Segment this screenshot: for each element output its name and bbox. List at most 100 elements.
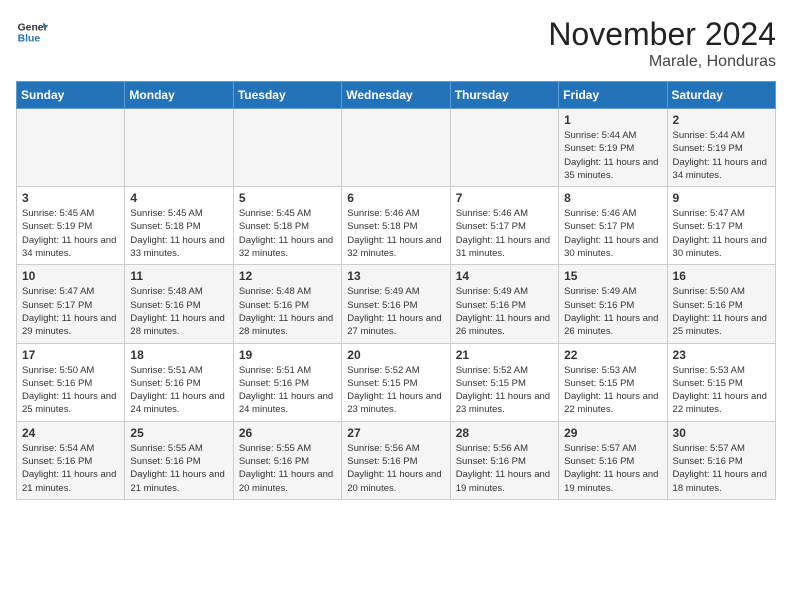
day-number: 16 [673, 269, 770, 283]
calendar-cell [125, 109, 233, 187]
day-number: 21 [456, 348, 553, 362]
calendar-cell: 27 Sunrise: 5:56 AMSunset: 5:16 PMDayligh… [342, 421, 450, 499]
calendar-cell [342, 109, 450, 187]
calendar-cell: 1 Sunrise: 5:44 AMSunset: 5:19 PMDaylight… [559, 109, 667, 187]
svg-text:Blue: Blue [18, 34, 41, 45]
calendar-week-row: 17 Sunrise: 5:50 AMSunset: 5:16 PMDayligh… [17, 343, 776, 421]
month-year-title: November 2024 [548, 16, 776, 53]
day-info: Sunrise: 5:46 AMSunset: 5:17 PMDaylight:… [564, 207, 661, 260]
location-subtitle: Marale, Honduras [548, 53, 776, 71]
calendar-cell: 25Sunrise: 5:55 AMSunset: 5:16 PMDayligh… [125, 421, 233, 499]
calendar-week-row: 3Sunrise: 5:45 AMSunset: 5:19 PMDaylight… [17, 187, 776, 265]
day-info: Sunrise: 5:44 AMSunset: 5:19 PMDaylight:… [673, 129, 770, 182]
calendar-week-row: 1 Sunrise: 5:44 AMSunset: 5:19 PMDaylight… [17, 109, 776, 187]
day-number: 30 [673, 426, 770, 440]
day-number: 22 [564, 348, 661, 362]
calendar-cell: 13 Sunrise: 5:49 AMSunset: 5:16 PMDayligh… [342, 265, 450, 343]
weekday-header-monday: Monday [125, 82, 233, 109]
weekday-header-saturday: Saturday [667, 82, 775, 109]
day-info: Sunrise: 5:56 AMSunset: 5:16 PMDaylight:… [347, 442, 444, 495]
calendar-cell: 9 Sunrise: 5:47 AMSunset: 5:17 PMDaylight… [667, 187, 775, 265]
weekday-header-sunday: Sunday [17, 82, 125, 109]
day-info: Sunrise: 5:52 AMSunset: 5:15 PMDaylight:… [456, 364, 553, 417]
calendar-cell: 30 Sunrise: 5:57 AMSunset: 5:16 PMDayligh… [667, 421, 775, 499]
day-number: 20 [347, 348, 444, 362]
day-number: 29 [564, 426, 661, 440]
day-number: 3 [22, 191, 119, 205]
weekday-header-thursday: Thursday [450, 82, 558, 109]
day-info: Sunrise: 5:56 AMSunset: 5:16 PMDaylight:… [456, 442, 553, 495]
day-number: 9 [673, 191, 770, 205]
day-number: 12 [239, 269, 336, 283]
weekday-header-wednesday: Wednesday [342, 82, 450, 109]
calendar-cell: 17 Sunrise: 5:50 AMSunset: 5:16 PMDayligh… [17, 343, 125, 421]
day-info: Sunrise: 5:53 AMSunset: 5:15 PMDaylight:… [564, 364, 661, 417]
day-info: Sunrise: 5:49 AMSunset: 5:16 PMDaylight:… [347, 285, 444, 338]
weekday-header-row: SundayMondayTuesdayWednesdayThursdayFrid… [17, 82, 776, 109]
calendar-week-row: 24 Sunrise: 5:54 AMSunset: 5:16 PMDayligh… [17, 421, 776, 499]
calendar-cell: 7 Sunrise: 5:46 AMSunset: 5:17 PMDaylight… [450, 187, 558, 265]
calendar-cell: 5Sunrise: 5:45 AMSunset: 5:18 PMDaylight… [233, 187, 341, 265]
day-info: Sunrise: 5:50 AMSunset: 5:16 PMDaylight:… [673, 285, 770, 338]
calendar-cell: 23Sunrise: 5:53 AMSunset: 5:15 PMDayligh… [667, 343, 775, 421]
day-number: 8 [564, 191, 661, 205]
day-number: 27 [347, 426, 444, 440]
calendar-cell [233, 109, 341, 187]
day-info: Sunrise: 5:50 AMSunset: 5:16 PMDaylight:… [22, 364, 119, 417]
day-info: Sunrise: 5:48 AMSunset: 5:16 PMDaylight:… [239, 285, 336, 338]
day-info: Sunrise: 5:46 AMSunset: 5:17 PMDaylight:… [456, 207, 553, 260]
weekday-header-friday: Friday [559, 82, 667, 109]
calendar-cell [450, 109, 558, 187]
day-number: 26 [239, 426, 336, 440]
calendar-cell: 11Sunrise: 5:48 AMSunset: 5:16 PMDayligh… [125, 265, 233, 343]
logo-icon: General Blue [16, 16, 48, 48]
title-block: November 2024 Marale, Honduras [548, 16, 776, 71]
day-info: Sunrise: 5:49 AMSunset: 5:16 PMDaylight:… [456, 285, 553, 338]
calendar-week-row: 10 Sunrise: 5:47 AMSunset: 5:17 PMDayligh… [17, 265, 776, 343]
day-number: 2 [673, 113, 770, 127]
day-info: Sunrise: 5:54 AMSunset: 5:16 PMDaylight:… [22, 442, 119, 495]
calendar-cell: 12 Sunrise: 5:48 AMSunset: 5:16 PMDayligh… [233, 265, 341, 343]
day-info: Sunrise: 5:45 AMSunset: 5:18 PMDaylight:… [130, 207, 227, 260]
calendar-cell: 3Sunrise: 5:45 AMSunset: 5:19 PMDaylight… [17, 187, 125, 265]
day-number: 11 [130, 269, 227, 283]
day-number: 19 [239, 348, 336, 362]
day-info: Sunrise: 5:52 AMSunset: 5:15 PMDaylight:… [347, 364, 444, 417]
day-number: 6 [347, 191, 444, 205]
calendar-cell: 26 Sunrise: 5:55 AMSunset: 5:16 PMDayligh… [233, 421, 341, 499]
calendar-cell: 19 Sunrise: 5:51 AMSunset: 5:16 PMDayligh… [233, 343, 341, 421]
day-number: 5 [239, 191, 336, 205]
calendar-cell: 24 Sunrise: 5:54 AMSunset: 5:16 PMDayligh… [17, 421, 125, 499]
day-info: Sunrise: 5:47 AMSunset: 5:17 PMDaylight:… [673, 207, 770, 260]
weekday-header-tuesday: Tuesday [233, 82, 341, 109]
day-number: 28 [456, 426, 553, 440]
calendar-cell: 14 Sunrise: 5:49 AMSunset: 5:16 PMDayligh… [450, 265, 558, 343]
day-number: 18 [130, 348, 227, 362]
calendar-cell: 20 Sunrise: 5:52 AMSunset: 5:15 PMDayligh… [342, 343, 450, 421]
calendar-cell: 18Sunrise: 5:51 AMSunset: 5:16 PMDayligh… [125, 343, 233, 421]
day-info: Sunrise: 5:47 AMSunset: 5:17 PMDaylight:… [22, 285, 119, 338]
day-number: 25 [130, 426, 227, 440]
day-number: 14 [456, 269, 553, 283]
day-number: 24 [22, 426, 119, 440]
calendar-cell: 6 Sunrise: 5:46 AMSunset: 5:18 PMDaylight… [342, 187, 450, 265]
day-number: 13 [347, 269, 444, 283]
day-info: Sunrise: 5:46 AMSunset: 5:18 PMDaylight:… [347, 207, 444, 260]
day-info: Sunrise: 5:55 AMSunset: 5:16 PMDaylight:… [239, 442, 336, 495]
day-info: Sunrise: 5:44 AMSunset: 5:19 PMDaylight:… [564, 129, 661, 182]
day-info: Sunrise: 5:51 AMSunset: 5:16 PMDaylight:… [239, 364, 336, 417]
day-number: 15 [564, 269, 661, 283]
calendar-table: SundayMondayTuesdayWednesdayThursdayFrid… [16, 81, 776, 500]
calendar-cell [17, 109, 125, 187]
day-info: Sunrise: 5:57 AMSunset: 5:16 PMDaylight:… [673, 442, 770, 495]
day-info: Sunrise: 5:57 AMSunset: 5:16 PMDaylight:… [564, 442, 661, 495]
day-number: 10 [22, 269, 119, 283]
day-number: 23 [673, 348, 770, 362]
calendar-cell: 22 Sunrise: 5:53 AMSunset: 5:15 PMDayligh… [559, 343, 667, 421]
day-number: 1 [564, 113, 661, 127]
calendar-cell: 28 Sunrise: 5:56 AMSunset: 5:16 PMDayligh… [450, 421, 558, 499]
calendar-cell: 16 Sunrise: 5:50 AMSunset: 5:16 PMDayligh… [667, 265, 775, 343]
day-number: 17 [22, 348, 119, 362]
calendar-cell: 15Sunrise: 5:49 AMSunset: 5:16 PMDayligh… [559, 265, 667, 343]
day-number: 7 [456, 191, 553, 205]
